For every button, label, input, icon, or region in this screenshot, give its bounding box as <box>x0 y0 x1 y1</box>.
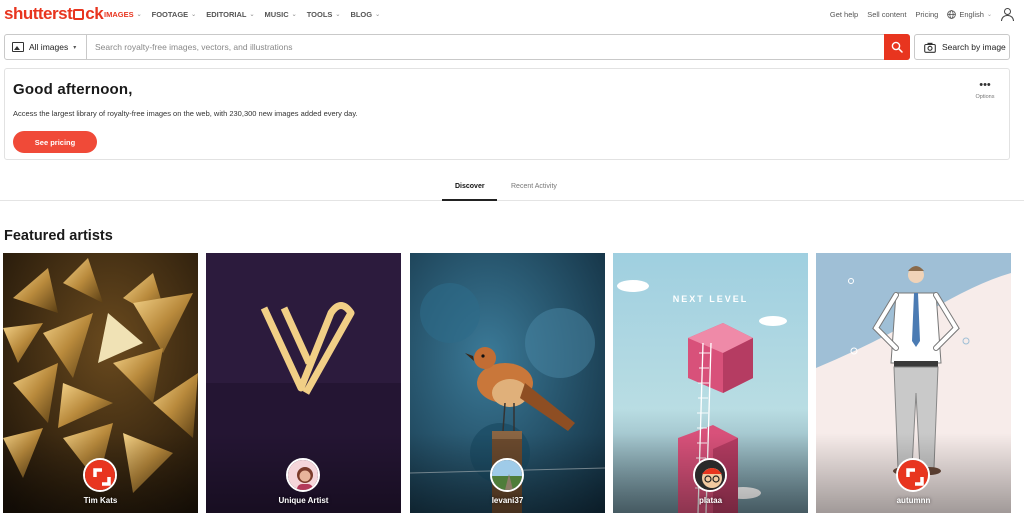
nav-item-music[interactable]: MUSIC ⌄ <box>265 10 297 19</box>
tab-recent-activity[interactable]: Recent Activity <box>511 183 557 190</box>
globe-icon <box>947 10 957 19</box>
artist-name: Unique Artist <box>278 496 329 505</box>
camera-search-icon <box>924 42 936 53</box>
featured-artists-row: Tim Kats Unique Artist levani37 NEXT LEV… <box>3 253 1013 513</box>
chevron-down-icon: ⌄ <box>986 12 992 18</box>
greeting-title: Good afternoon, <box>13 81 133 98</box>
see-pricing-button[interactable]: See pricing <box>13 131 97 153</box>
artist-name: Tim Kats <box>83 496 118 505</box>
search-bar: All images ▾ <box>4 34 910 60</box>
content-tabs: Discover Recent Activity <box>0 174 1024 201</box>
chevron-down-icon: ⌄ <box>136 12 142 18</box>
main-menu: IMAGES ⌄ FOOTAGE ⌄ EDITORIAL ⌄ MUSIC ⌄ TOOLS… <box>104 10 380 19</box>
greeting-subtitle: Access the largest library of royalty-fr… <box>13 109 358 118</box>
search-icon <box>891 41 903 53</box>
featured-artists-title: Featured artists <box>4 228 113 244</box>
top-navbar: shutterst ck IMAGES ⌄ FOOTAGE ⌄ EDITORIAL ⌄ … <box>0 0 1024 30</box>
artist-avatar <box>490 458 524 492</box>
nav-item-editorial[interactable]: EDITORIAL ⌄ <box>206 10 254 19</box>
artist-avatar <box>286 458 320 492</box>
get-help-link[interactable]: Get help <box>830 10 858 19</box>
search-input[interactable] <box>87 35 884 59</box>
pricing-link[interactable]: Pricing <box>915 10 938 19</box>
artist-card[interactable]: NEXT LEVEL plataa <box>613 253 808 513</box>
artist-name: plataa <box>698 496 723 505</box>
options-menu[interactable]: ••• Options <box>973 79 997 101</box>
chevron-down-icon: ⌄ <box>375 12 381 18</box>
shutterstock-logo[interactable]: shutterst ck <box>4 4 104 24</box>
nav-right: Get help Sell content Pricing English ⌄ <box>830 8 1014 21</box>
language-selector[interactable]: English ⌄ <box>947 10 992 19</box>
media-type-dropdown[interactable]: All images ▾ <box>5 35 87 59</box>
image-icon <box>12 42 24 52</box>
user-account-icon[interactable] <box>1001 8 1014 21</box>
artist-avatar <box>693 458 727 492</box>
greeting-card: Good afternoon, Access the largest libra… <box>4 68 1010 160</box>
nav-item-tools[interactable]: TOOLS ⌄ <box>307 10 341 19</box>
search-button[interactable] <box>884 34 910 60</box>
sell-content-link[interactable]: Sell content <box>867 10 906 19</box>
caret-down-icon: ▾ <box>73 44 77 51</box>
tab-discover[interactable]: Discover <box>455 183 485 190</box>
nav-item-blog[interactable]: BLOG ⌄ <box>350 10 380 19</box>
artist-avatar <box>896 458 930 492</box>
artist-card[interactable]: autumnn <box>816 253 1011 513</box>
artist-name: autumnn <box>896 496 931 505</box>
search-by-image-button[interactable]: Search by image <box>914 34 1010 60</box>
artist-name: levani37 <box>491 496 524 505</box>
more-dots-icon: ••• <box>979 79 991 91</box>
artist-card[interactable]: levani37 <box>410 253 605 513</box>
chevron-down-icon: ⌄ <box>249 12 255 18</box>
nav-item-footage[interactable]: FOOTAGE ⌄ <box>152 10 197 19</box>
artist-cover-caption: NEXT LEVEL <box>672 294 749 304</box>
artist-card[interactable]: Tim Kats <box>3 253 198 513</box>
artist-avatar <box>83 458 117 492</box>
nav-item-images[interactable]: IMAGES ⌄ <box>104 10 142 19</box>
chevron-down-icon: ⌄ <box>335 12 341 18</box>
active-tab-indicator <box>442 199 497 201</box>
artist-card[interactable]: Unique Artist <box>206 253 401 513</box>
chevron-down-icon: ⌄ <box>291 12 297 18</box>
chevron-down-icon: ⌄ <box>191 12 197 18</box>
